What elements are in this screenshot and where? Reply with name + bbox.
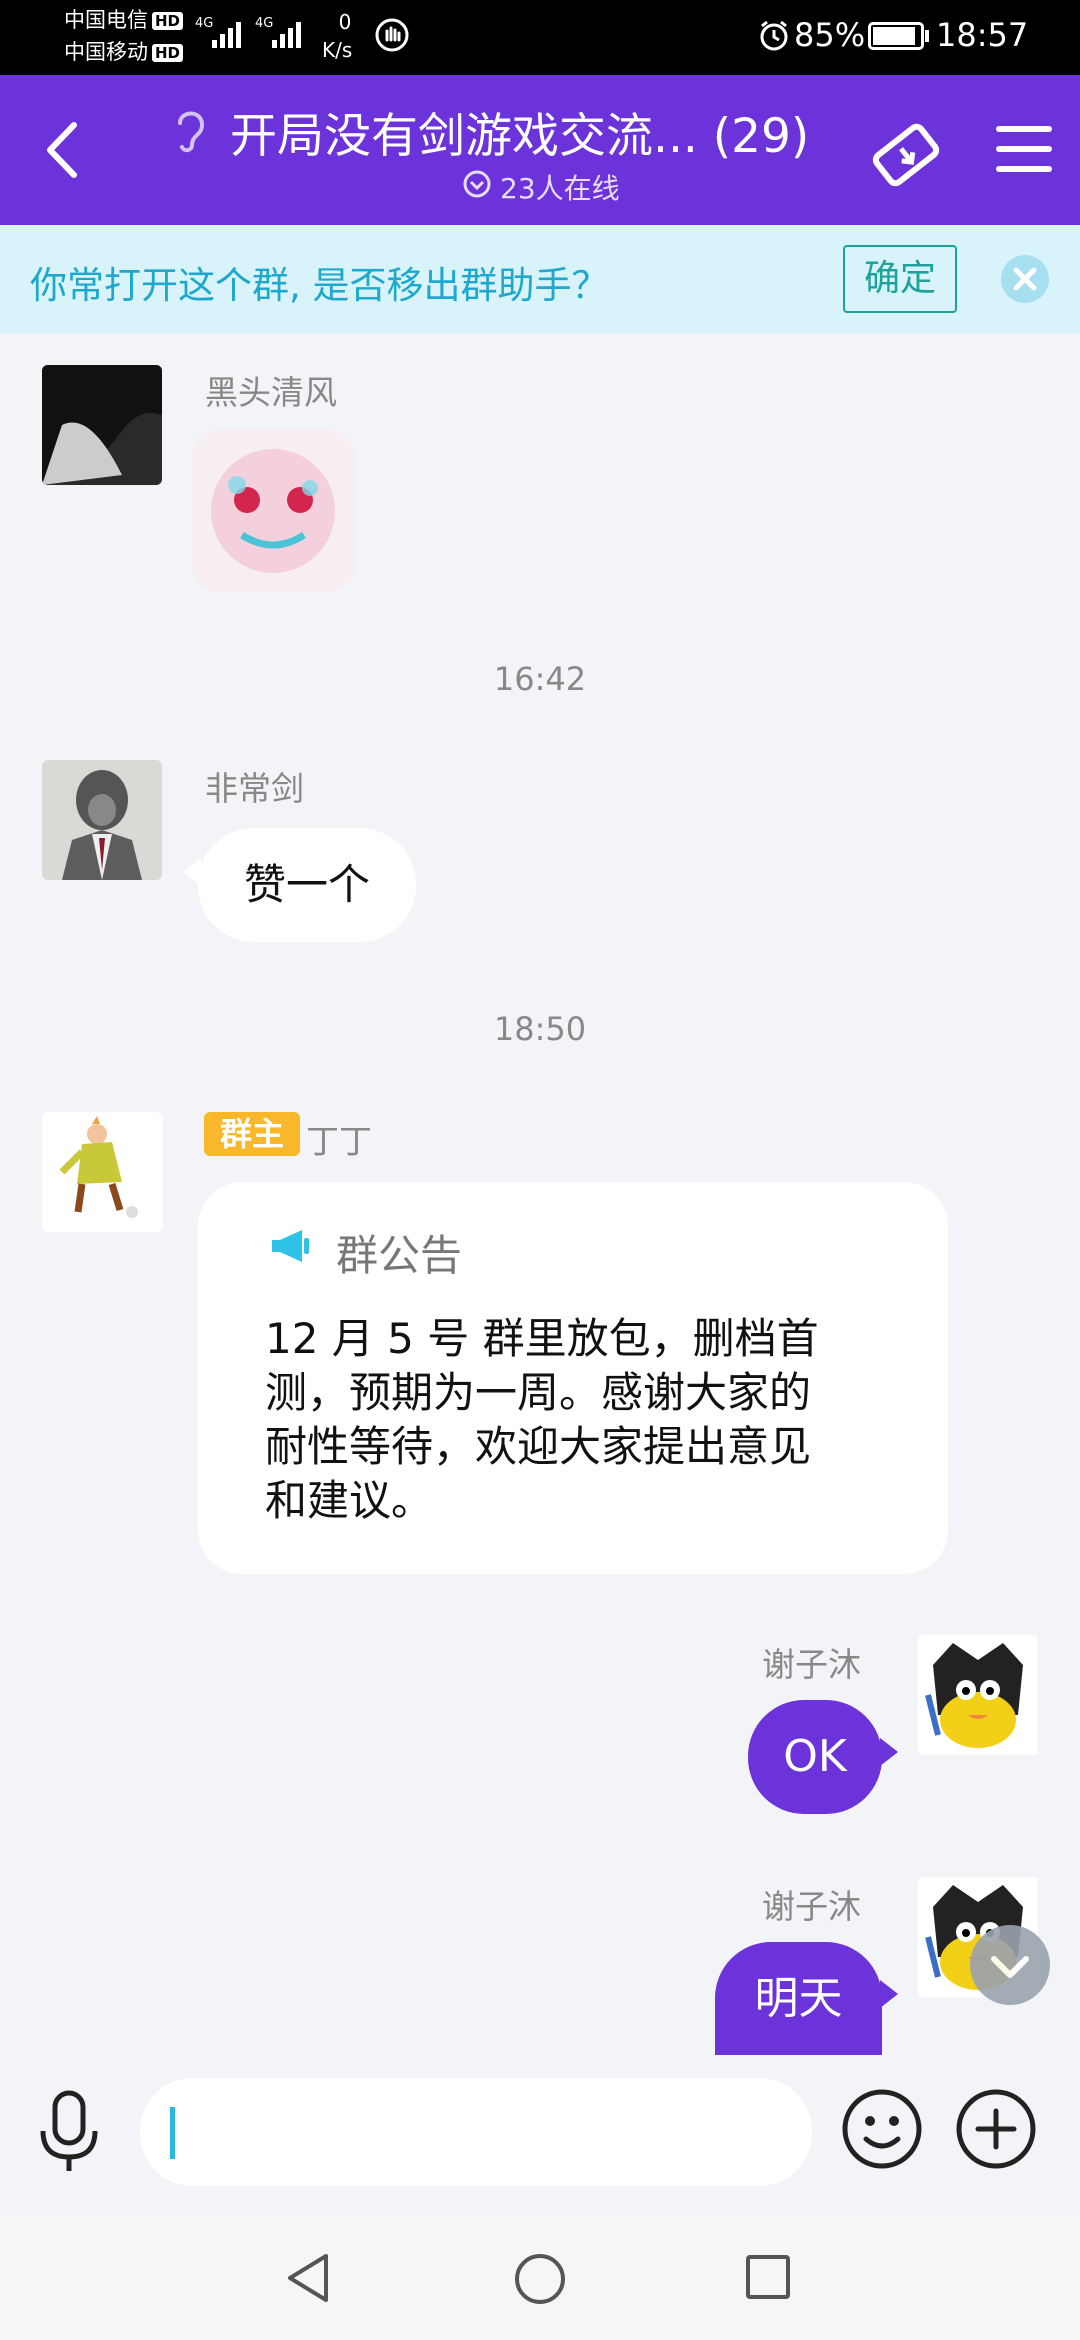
sender-name: 谢子沐 [762,1887,861,1926]
sticker-image[interactable] [192,430,354,592]
input-bar [0,2055,1080,2215]
signal-icon-2 [272,22,304,48]
bubble-tail [880,1980,898,2008]
message-bubble[interactable]: 赞一个 [198,828,416,942]
notice-line: 12 月 5 号 群里放包，删档首 [265,1314,819,1363]
emoji-icon[interactable] [840,2087,924,2171]
notice-line: 和建议。 [265,1476,434,1525]
net-speed-value: 0 [338,10,352,34]
group-notice-card[interactable]: 群公告 12 月 5 号 群里放包，删档首 测，预期为一周。感谢大家的 耐性等待… [198,1182,948,1574]
owner-badge: 群主 [204,1112,300,1156]
text-cursor [170,2107,175,2159]
battery-tip [925,30,929,42]
message-input[interactable] [140,2078,812,2186]
home-circle-icon[interactable] [512,2251,568,2307]
banner-message: 你常打开这个群, 是否移出群助手？ [30,264,609,307]
confirm-button[interactable]: 确定 [843,245,957,313]
back-button[interactable] [38,115,86,185]
scroll-to-bottom-button[interactable] [970,1925,1050,2005]
online-check-icon [462,169,492,199]
network-type-1: 4G [195,16,214,31]
sender-name: 丁丁 [306,1122,372,1161]
ticket-icon[interactable] [868,120,944,190]
status-bar: 中国电信 HD 中国移动 HD 4G 4G 0 K/s 85% 18:57 [0,0,1080,75]
microphone-icon[interactable] [35,2087,103,2177]
avatar[interactable] [42,760,162,880]
signal-icon-1 [212,22,244,48]
message-bubble[interactable]: 明天 [715,1942,882,2055]
message-bubble[interactable]: OK [748,1700,882,1814]
timestamp: 16:42 [493,660,587,698]
net-speed-unit: K/s [322,38,353,62]
megaphone-icon [268,1226,312,1266]
chat-header: 开局没有剑游戏交流... (29) 23人在线 [0,75,1080,225]
avatar[interactable] [42,365,162,485]
alarm-icon [757,18,791,52]
recents-square-icon[interactable] [744,2253,792,2301]
plus-icon[interactable] [954,2087,1038,2171]
timestamp: 18:50 [493,1010,587,1048]
notice-line: 测，预期为一周。感谢大家的 [265,1368,812,1417]
system-nav-bar [0,2215,1080,2340]
bubble-tail [880,1738,898,1766]
close-banner-button[interactable] [1001,255,1049,303]
notice-body: 12 月 5 号 群里放包，删档首 测，预期为一周。感谢大家的 耐性等待，欢迎大… [265,1312,819,1528]
menu-icon[interactable] [995,123,1053,175]
network-type-2: 4G [255,16,274,31]
assistant-banner: 你常打开这个群, 是否移出群助手？ 确定 [0,225,1080,333]
carrier-2: 中国移动 HD [64,38,184,66]
carrier-1: 中国电信 HD [64,6,184,34]
chat-title[interactable]: 开局没有剑游戏交流... (29) [230,97,809,166]
sender-name: 谢子沐 [762,1645,861,1684]
clock: 18:57 [936,16,1029,54]
sender-name: 黑头清风 [205,373,337,412]
ear-icon [170,105,210,155]
online-count: 23人在线 [500,172,620,205]
hand-icon [375,18,409,52]
notice-title: 群公告 [336,1231,463,1280]
battery-icon [868,22,924,50]
avatar[interactable] [918,1635,1038,1755]
battery-percent: 85% [794,16,866,54]
avatar[interactable] [42,1112,162,1232]
notice-line: 耐性等待，欢迎大家提出意见 [265,1422,812,1471]
sender-name: 非常剑 [205,769,304,808]
back-triangle-icon[interactable] [282,2250,334,2306]
